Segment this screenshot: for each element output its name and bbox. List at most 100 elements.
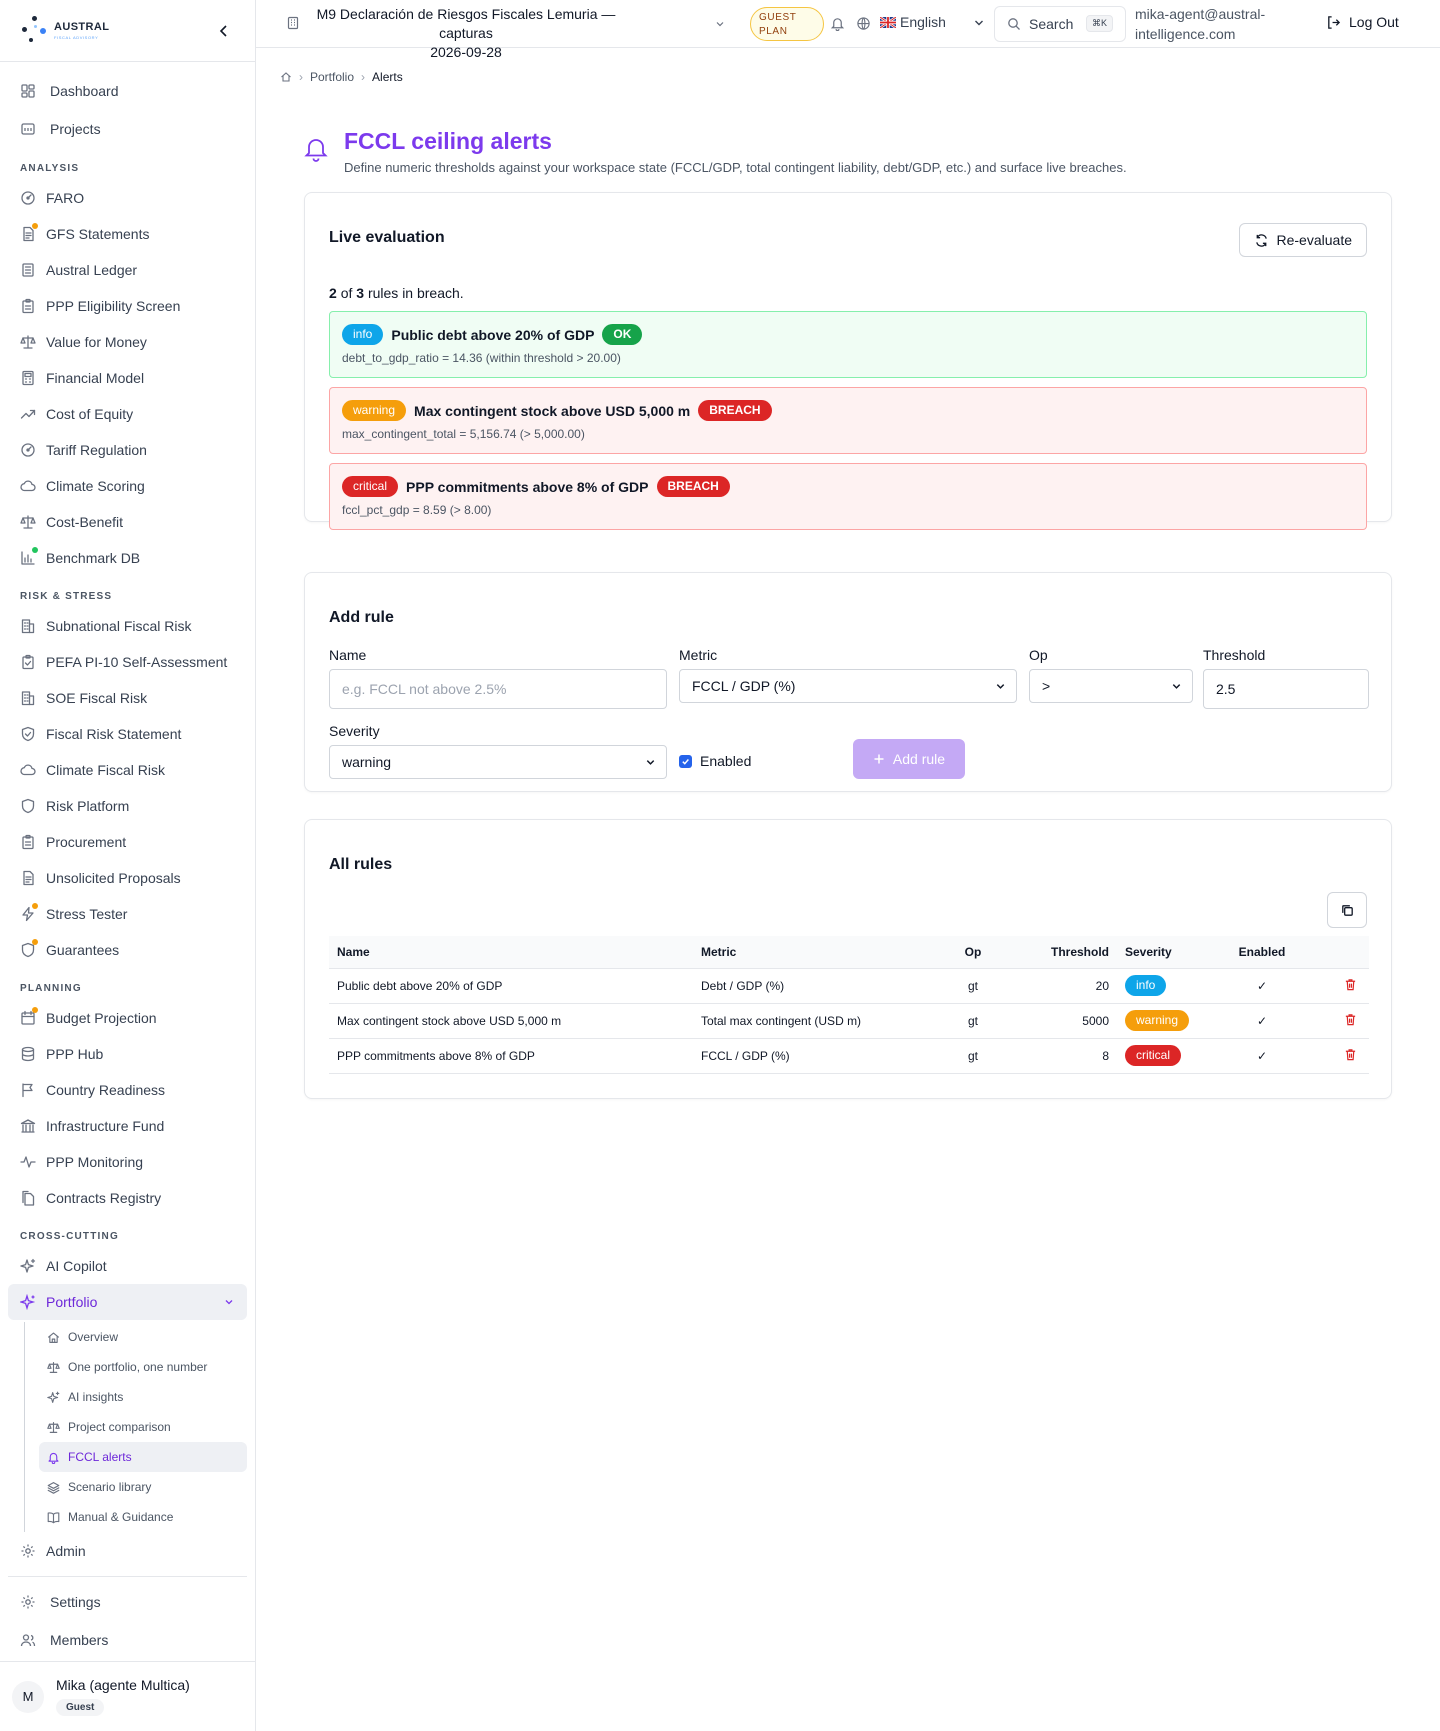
all-rules-card: All rules Name Metric Op Threshold Sever…	[304, 819, 1392, 1099]
column-header-threshold: Threshold	[1050, 944, 1109, 959]
submenu-item-scenario-library[interactable]: Scenario library	[39, 1472, 247, 1502]
sidebar-item-ai-copilot[interactable]: AI Copilot	[0, 1248, 255, 1284]
checkmark-icon	[679, 754, 692, 768]
sidebar-item-risk-platform[interactable]: Risk Platform	[0, 788, 255, 824]
sidebar-item-pefa-pi-10-self-assessment[interactable]: PEFA PI-10 Self-Assessment	[0, 644, 255, 680]
sidebar-item-gfs-statements[interactable]: GFS Statements	[0, 216, 255, 252]
home-icon[interactable]	[280, 71, 292, 83]
op-select[interactable]: >	[1029, 669, 1193, 703]
trash-icon[interactable]	[1344, 1048, 1357, 1061]
add-rule-title: Add rule	[329, 609, 394, 626]
add-rule-label: Add rule	[892, 751, 946, 767]
page-title: FCCL ceiling alerts	[344, 128, 552, 154]
sidebar-item-cost-of-equity[interactable]: Cost of Equity	[0, 396, 255, 432]
sidebar-item-faro[interactable]: FARO	[0, 180, 255, 216]
submenu-item-one-portfolio-one-number[interactable]: One portfolio, one number	[39, 1352, 247, 1382]
metric-select[interactable]: FCCL / GDP (%)	[679, 669, 1017, 703]
chevron-down-icon[interactable]	[714, 18, 726, 30]
copy-button[interactable]	[1327, 892, 1367, 928]
sidebar-item-budget-projection[interactable]: Budget Projection	[0, 1000, 255, 1036]
sidebar-item-portfolio[interactable]: Portfolio	[8, 1284, 247, 1320]
sidebar-item-label: Climate Scoring	[46, 478, 145, 494]
calculator-icon	[20, 370, 36, 386]
search-shortcut: ⌘K	[1085, 15, 1113, 32]
sidebar-item-country-readiness[interactable]: Country Readiness	[0, 1072, 255, 1108]
sidebar-item-stress-tester[interactable]: Stress Tester	[0, 896, 255, 932]
scales-icon	[20, 514, 36, 530]
trash-icon[interactable]	[1344, 1013, 1357, 1026]
submenu-item-project-comparison[interactable]: Project comparison	[39, 1412, 247, 1442]
sidebar-item-admin[interactable]: Admin	[0, 1532, 255, 1570]
rule-threshold-cell: 20	[1001, 967, 1117, 1003]
user-role-badge: Guest	[56, 1699, 105, 1716]
severity-select[interactable]: warning	[329, 745, 667, 779]
layers-icon	[47, 1481, 60, 1494]
sidebar-item-guarantees[interactable]: Guarantees	[0, 932, 255, 968]
table-header-row: Name Metric Op Threshold Severity Enable…	[329, 936, 1369, 968]
sidebar-item-contracts-registry[interactable]: Contracts Registry	[0, 1180, 255, 1216]
user-menu[interactable]: M Mika (agente Multica) Guest	[0, 1661, 255, 1731]
sidebar-item-ppp-monitoring[interactable]: PPP Monitoring	[0, 1144, 255, 1180]
sidebar-item-soe-fiscal-risk[interactable]: SOE Fiscal Risk	[0, 680, 255, 716]
sidebar-item-cost-benefit[interactable]: Cost-Benefit	[0, 504, 255, 540]
rule-name-input[interactable]: e.g. FCCL not above 2.5%	[329, 669, 667, 709]
rule-result: critical PPP commitments above 8% of GDP…	[329, 463, 1367, 530]
breach-count: 2	[329, 285, 337, 301]
logout-label: Log Out	[1349, 14, 1399, 30]
rule-name: Public debt above 20% of GDP	[391, 326, 595, 343]
sidebar-item-unsolicited-proposals[interactable]: Unsolicited Proposals	[0, 860, 255, 896]
sidebar-item-members[interactable]: Members	[0, 1621, 255, 1659]
sidebar-item-climate-fiscal-risk[interactable]: Climate Fiscal Risk	[0, 752, 255, 788]
sidebar-item-subnational-fiscal-risk[interactable]: Subnational Fiscal Risk	[0, 608, 255, 644]
add-rule-button[interactable]: Add rule	[853, 739, 965, 779]
sidebar-item-dashboard[interactable]: Dashboard	[0, 72, 255, 110]
table-row: PPP commitments above 8% of GDP FCCL / GD…	[329, 1037, 1369, 1074]
trash-icon[interactable]	[1344, 978, 1357, 991]
name-label: Name	[329, 647, 367, 663]
severity-badge: info	[1125, 975, 1167, 996]
logo-row: AUSTRAL FISCAL ADVISORY	[0, 0, 255, 62]
submenu-item-fccl-alerts[interactable]: FCCL alerts	[39, 1442, 247, 1472]
sidebar-item-ppp-eligibility-screen[interactable]: PPP Eligibility Screen	[0, 288, 255, 324]
column-header-enabled: Enabled	[1238, 944, 1286, 959]
collapse-sidebar-button[interactable]	[215, 22, 233, 40]
sidebar-item-label: Procurement	[46, 834, 127, 850]
sidebar-item-label: Risk Platform	[46, 798, 130, 814]
submenu-item-manual-guidance[interactable]: Manual & Guidance	[39, 1502, 247, 1532]
language-select[interactable]: English	[880, 14, 946, 30]
sidebar-item-label: Contracts Registry	[46, 1190, 162, 1206]
sidebar-item-infrastructure-fund[interactable]: Infrastructure Fund	[0, 1108, 255, 1144]
sidebar-item-value-for-money[interactable]: Value for Money	[0, 324, 255, 360]
live-evaluation-title: Live evaluation	[329, 229, 445, 246]
sidebar-item-tariff-regulation[interactable]: Tariff Regulation	[0, 432, 255, 468]
logout-button[interactable]: Log Out	[1326, 14, 1399, 30]
sidebar-item-austral-ledger[interactable]: Austral Ledger	[0, 252, 255, 288]
sidebar-item-climate-scoring[interactable]: Climate Scoring	[0, 468, 255, 504]
sidebar-item-label: Climate Fiscal Risk	[46, 762, 166, 778]
column-header-op: Op	[964, 944, 982, 959]
breadcrumb-portfolio[interactable]: Portfolio	[310, 70, 354, 84]
sidebar-item-ppp-hub[interactable]: PPP Hub	[0, 1036, 255, 1072]
search-button[interactable]: Search ⌘K	[994, 6, 1126, 42]
sidebar-item-label: Unsolicited Proposals	[46, 870, 181, 886]
sidebar-item-settings[interactable]: Settings	[0, 1583, 255, 1621]
sidebar-item-projects[interactable]: Projects	[0, 110, 255, 148]
sidebar-item-fiscal-risk-statement[interactable]: Fiscal Risk Statement	[0, 716, 255, 752]
chevron-down-icon[interactable]	[973, 17, 985, 29]
workspace-selector[interactable]: M9 Declaración de Riesgos Fiscales Lemur…	[316, 5, 616, 62]
notifications-bell-icon[interactable]	[830, 16, 845, 31]
submenu-item-ai-insights[interactable]: AI insights	[39, 1382, 247, 1412]
rule-op-cell: gt	[945, 1002, 1001, 1038]
sidebar-item-financial-model[interactable]: Financial Model	[0, 360, 255, 396]
status-dot	[32, 1007, 38, 1013]
submenu-item-overview[interactable]: Overview	[39, 1322, 247, 1352]
globe-icon	[856, 16, 871, 31]
sidebar-item-benchmark-db[interactable]: Benchmark DB	[0, 540, 255, 576]
re-evaluate-button[interactable]: Re-evaluate	[1238, 223, 1367, 257]
status-badge: BREACH	[656, 476, 730, 497]
page-subtitle: Define numeric thresholds against your w…	[344, 160, 1127, 175]
sidebar-item-procurement[interactable]: Procurement	[0, 824, 255, 860]
threshold-input[interactable]: 2.5	[1203, 669, 1369, 709]
enabled-checkbox[interactable]: Enabled	[679, 753, 751, 769]
table-row: Public debt above 20% of GDP Debt / GDP (…	[329, 967, 1369, 1003]
